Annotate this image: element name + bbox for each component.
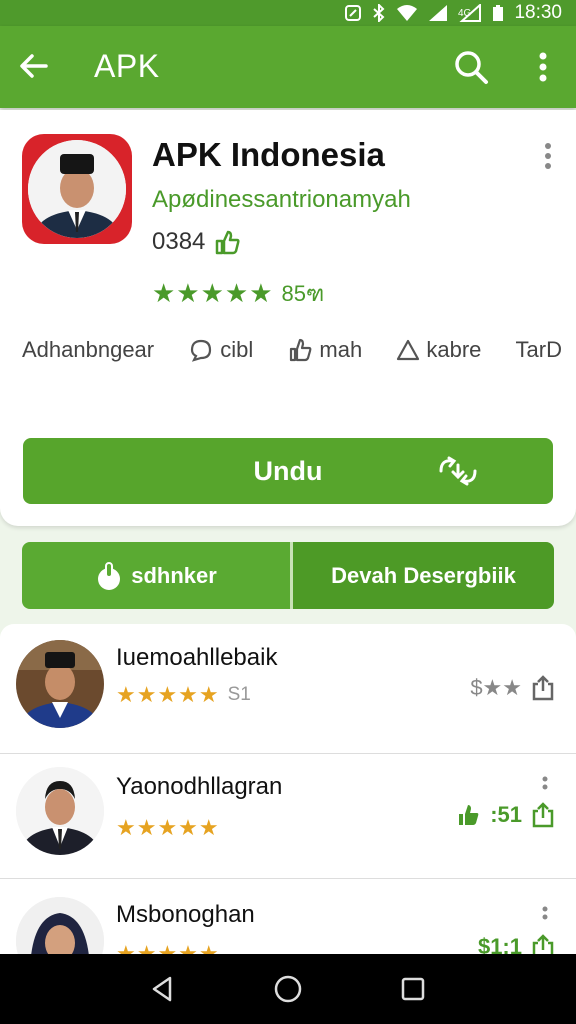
review-star-glyphs: ★★★★★ (116, 941, 220, 954)
app-meta: 0384 (152, 228, 241, 256)
review-stars: ★★★★★ (116, 815, 220, 841)
details-action-button[interactable]: Devah Desergbiik (293, 542, 554, 609)
hand-icon (98, 561, 121, 590)
app-header-card: APK Indonesia Apødinessantrionamyah 0384… (0, 110, 576, 526)
share-icon[interactable] (530, 801, 556, 829)
more-vert-icon[interactable] (540, 775, 550, 795)
chip-chat[interactable]: cibl (188, 337, 253, 363)
more-vert-icon[interactable] (538, 140, 558, 172)
reviewer-name: Msbonoghan (116, 901, 255, 928)
man-suit-avatar (16, 767, 104, 855)
man-peci-avatar (16, 640, 104, 728)
triangle-icon (397, 339, 420, 361)
review-right-text: :51 (490, 802, 522, 827)
woman-hijab-avatar (16, 897, 104, 954)
app-meta-value: 0384 (152, 228, 206, 255)
wifi-icon (397, 5, 418, 21)
details-action-label: Devah Desergbiik (331, 562, 516, 588)
review-list: Iuemoahllebaik ★★★★★ S1 $★★ Yaonodhllagr… (0, 624, 576, 954)
review-stars: ★★★★★ (116, 941, 220, 954)
share-icon[interactable] (530, 933, 556, 954)
review-actions: $★★ (470, 674, 556, 702)
home-nav-icon[interactable] (273, 974, 303, 1004)
status-bar: 4G 18:30 (0, 0, 576, 26)
battery-icon (493, 5, 504, 21)
reviewer-name: Iuemoahllebaik (116, 644, 278, 671)
review-count: S1 (227, 684, 251, 705)
share-icon[interactable] (530, 674, 556, 702)
chip-label: TarD (515, 337, 562, 362)
review-stars: ★★★★★ S1 (116, 682, 251, 708)
recents-nav-icon[interactable] (398, 974, 428, 1004)
review-item[interactable]: Yaonodhllagran ★★★★★ :51 (0, 749, 576, 879)
svg-text:4G: 4G (458, 8, 472, 19)
review-item[interactable]: Msbonoghan ★★★★★ $1:1 (0, 879, 576, 954)
action-row: sdhnker Devah Desergbiik (22, 542, 554, 609)
system-nav-bar (0, 954, 576, 1024)
app-name: APK Indonesia (152, 136, 385, 173)
chip-label: cibl (220, 337, 254, 362)
app-bar: APK (0, 26, 576, 108)
bluetooth-icon (373, 4, 385, 22)
review-item[interactable]: Iuemoahllebaik ★★★★★ S1 $★★ (0, 624, 576, 754)
app-icon (22, 134, 132, 244)
review-right-text: $1:1 (477, 934, 522, 954)
arrow-left-icon[interactable] (16, 48, 52, 84)
thumb-up-icon[interactable] (456, 802, 482, 828)
chip-label: Adhanbngear (22, 337, 155, 362)
status-time: 18:30 (514, 2, 562, 23)
chip-like[interactable]: mah (287, 337, 362, 363)
review-star-glyphs: ★★★★★ (116, 682, 220, 707)
app-developer[interactable]: Apødinessantrionamyah (152, 186, 411, 214)
rating-stars: ★★★★★ (152, 278, 274, 308)
info-chips: Adhanbngear cibl mah kabre TarD (22, 334, 562, 366)
chip-category[interactable]: Adhanbngear (22, 337, 154, 363)
review-right-text: $★★ (470, 675, 522, 700)
install-action-label: sdhnker (131, 562, 217, 588)
chip-extra[interactable]: TarD (516, 337, 562, 363)
chip-label: mah (319, 337, 363, 362)
man-peci-avatar (28, 140, 126, 238)
app-rating: ★★★★★ 85ฑ (152, 276, 324, 311)
download-button[interactable]: Undu (23, 438, 553, 504)
nfc-icon (345, 5, 362, 21)
review-star-glyphs: ★★★★★ (116, 815, 220, 840)
more-vert-icon[interactable] (530, 48, 556, 86)
more-vert-icon[interactable] (540, 905, 550, 925)
chip-size[interactable]: kabre (396, 337, 481, 363)
review-actions: $1:1 (478, 933, 556, 954)
signal-4g-icon: 4G (458, 4, 482, 22)
download-label: Undu (253, 455, 323, 486)
chat-icon (191, 339, 212, 362)
thumb-icon (290, 338, 312, 362)
reviewer-name: Yaonodhllagran (116, 773, 283, 800)
rating-count: 85ฑ (281, 281, 325, 306)
app-bar-title: APK (94, 48, 160, 84)
review-actions: :51 (456, 801, 556, 829)
thumb-up-icon (216, 230, 240, 255)
back-nav-icon[interactable] (148, 974, 178, 1004)
chip-label: kabre (426, 337, 482, 362)
download-sync-icon (439, 456, 477, 486)
signal-icon (429, 5, 448, 21)
install-action-button[interactable]: sdhnker (22, 542, 290, 609)
search-icon[interactable] (452, 48, 490, 86)
